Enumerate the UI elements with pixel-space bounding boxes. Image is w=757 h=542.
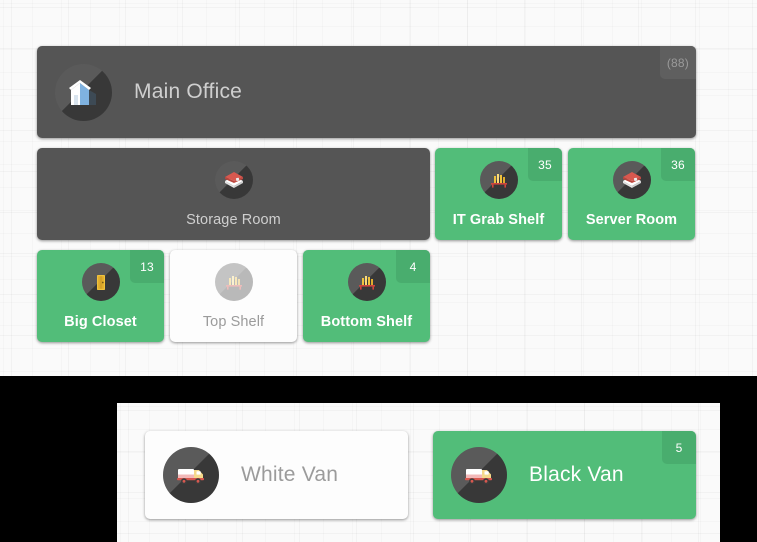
location-card-black-van[interactable]: 5 Black Van: [433, 431, 696, 519]
location-card-server-room[interactable]: 36 Server Room: [568, 148, 695, 240]
location-card-label: Big Closet: [64, 313, 137, 330]
location-card-it-grab-shelf[interactable]: 35 IT Grab Shelf: [435, 148, 562, 240]
location-card-label: IT Grab Shelf: [452, 211, 545, 228]
location-count-badge: 4: [396, 250, 430, 283]
locations-panel: (88) Main Office Storage Room 35 IT Grab…: [0, 0, 757, 376]
location-card-bottom-shelf[interactable]: 4 Bottom Shelf: [303, 250, 430, 342]
shelf-rack-icon: [214, 262, 253, 301]
location-card-white-van[interactable]: White Van: [145, 431, 408, 519]
storage-box-icon: [214, 160, 253, 199]
closet-door-icon: [81, 262, 120, 301]
location-card-label: Storage Room: [186, 211, 281, 228]
location-card-storage-room[interactable]: Storage Room: [37, 148, 430, 240]
location-card-label: Server Room: [585, 211, 678, 228]
shelf-rack-icon: [479, 160, 518, 199]
location-count-badge: 13: [130, 250, 164, 283]
storage-box-icon: [612, 160, 651, 199]
vehicles-panel: White Van 5 Black Van: [117, 403, 720, 542]
location-card-label: Black Van: [529, 463, 624, 486]
shelf-rack-icon: [347, 262, 386, 301]
location-card-main-office[interactable]: (88) Main Office: [37, 46, 696, 138]
office-building-icon: [55, 63, 112, 121]
location-count-badge: 36: [661, 148, 695, 181]
delivery-van-icon: [451, 447, 507, 503]
location-card-label: Main Office: [134, 80, 243, 103]
app-root: (88) Main Office Storage Room 35 IT Grab…: [0, 0, 757, 542]
location-count-badge: 35: [528, 148, 562, 181]
location-card-label: Top Shelf: [202, 313, 265, 330]
location-card-top-shelf[interactable]: Top Shelf: [170, 250, 297, 342]
location-card-big-closet[interactable]: 13 Big Closet: [37, 250, 164, 342]
delivery-van-icon: [163, 447, 219, 503]
location-card-label: White Van: [241, 463, 339, 486]
location-count-badge: (88): [659, 46, 696, 79]
location-card-label: Bottom Shelf: [320, 313, 413, 330]
location-count-badge: 5: [662, 431, 696, 464]
